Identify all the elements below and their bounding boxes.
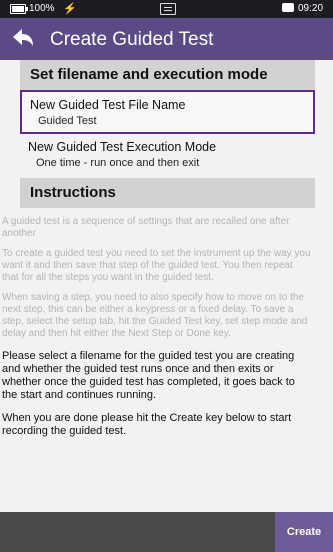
instruction-paragraph: Please select a filename for the guided …: [2, 350, 295, 401]
camera-icon: [282, 3, 294, 12]
bottom-action-bar: Create: [0, 512, 333, 552]
section-heading-filename-mode: Set filename and execution mode: [20, 60, 315, 90]
file-name-value: Guided Test: [38, 115, 97, 127]
create-button[interactable]: Create: [275, 512, 333, 552]
instruction-paragraph: A guided test is a sequence of settings …: [2, 216, 290, 239]
back-arrow-icon[interactable]: [10, 26, 36, 52]
clock: 09:20: [298, 3, 324, 14]
status-bar: 100% ⚡ 09:20: [0, 0, 333, 18]
instruction-paragraph: To create a guided test you need to set …: [2, 248, 311, 283]
instruction-paragraph: When saving a step, you need to also spe…: [2, 292, 308, 339]
battery-percent: 100%: [29, 3, 55, 14]
file-name-setting[interactable]: New Guided Test File Name Guided Test: [20, 90, 315, 134]
charging-icon: ⚡: [63, 3, 77, 15]
execution-mode-label: New Guided Test Execution Mode: [28, 140, 217, 154]
notification-icon: [160, 3, 176, 15]
execution-mode-value: One time - run once and then exit: [36, 157, 200, 169]
file-name-label: New Guided Test File Name: [30, 98, 186, 112]
execution-mode-setting[interactable]: New Guided Test Execution Mode One time …: [20, 134, 315, 178]
main-panel: Set filename and execution mode New Guid…: [2, 60, 315, 512]
section-heading-instructions: Instructions: [20, 178, 315, 208]
instruction-paragraph: When you are done please hit the Create …: [2, 412, 292, 437]
title-bar: Create Guided Test: [0, 18, 333, 60]
battery-icon: [10, 4, 28, 14]
page-title: Create Guided Test: [50, 29, 214, 50]
